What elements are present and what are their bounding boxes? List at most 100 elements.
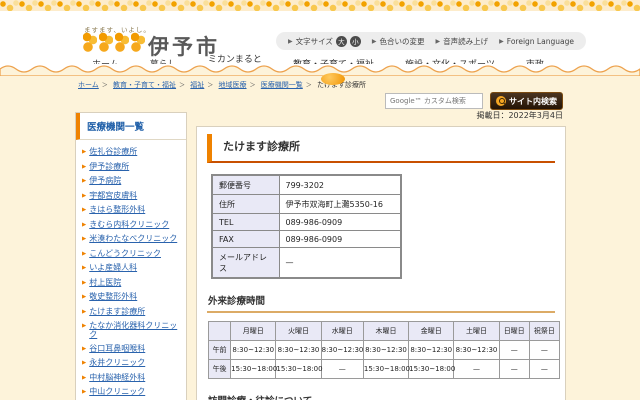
- breadcrumb-label[interactable]: ホーム: [78, 81, 99, 89]
- arrow-icon: ▶: [82, 360, 87, 367]
- arrow-icon: ▶: [82, 389, 87, 396]
- breadcrumb-item[interactable]: 教育・子育て・福祉: [99, 80, 176, 90]
- info-label: メールアドレス: [211, 247, 280, 279]
- sidebar-clinic-link[interactable]: 敬史整形外科: [89, 292, 137, 301]
- site-search-button[interactable]: サイト内検索: [490, 92, 563, 110]
- sidebar-list: ▶ 佐礼谷診療所 ▶ 伊予診療所 ▶ 伊予病院 ▶ 宇都宮皮膚科 ▶ きはら整形…: [76, 140, 186, 400]
- hours-cell: 15:30~18:00: [362, 359, 410, 379]
- mikan-mascot-icon: [131, 32, 145, 54]
- arrow-icon: ▶: [435, 37, 441, 45]
- info-label: TEL: [211, 213, 280, 231]
- breadcrumb-label[interactable]: 医療機関一覧: [261, 81, 303, 89]
- font-size-small-button[interactable]: 小: [349, 35, 361, 47]
- arrow-icon: ▶: [82, 345, 87, 352]
- breadcrumb-item[interactable]: 地域医療: [204, 80, 247, 90]
- sidebar-list-item: ▶ たなか消化器科クリニック: [82, 321, 182, 339]
- arrow-icon: ▶: [82, 163, 87, 170]
- hours-cell: —: [453, 359, 500, 379]
- foreign-language-label: Foreign Language: [506, 36, 574, 46]
- sidebar-clinic-link[interactable]: いよ産婦人科: [89, 263, 137, 272]
- info-label: FAX: [211, 230, 280, 248]
- breadcrumb-label[interactable]: 地域医療: [219, 81, 247, 89]
- hours-cell: 15:30~18:00: [408, 359, 455, 379]
- sidebar-clinic-link[interactable]: 永井クリニック: [89, 358, 145, 367]
- sidebar-clinic-link[interactable]: 米湊わたなべクリニック: [89, 234, 177, 243]
- hours-cell: 8:30~12:30: [275, 340, 322, 360]
- sidebar-list-item: ▶ 中村脳神経外科: [82, 373, 182, 383]
- arrow-icon: ▶: [82, 236, 87, 242]
- sidebar-clinic-link[interactable]: たなか消化器科クリニック: [89, 321, 182, 339]
- arrow-icon: ▶: [82, 149, 87, 155]
- site-search-button-label: サイト内検索: [509, 96, 557, 106]
- table-row: 郵便番号 799-3202: [211, 174, 402, 195]
- day-column-header: 日曜日: [498, 321, 530, 341]
- sidebar-clinic-link[interactable]: 中山クリニック: [89, 387, 145, 396]
- font-size-label: 文字サイズ: [295, 36, 333, 46]
- hours-cell: —: [528, 359, 561, 379]
- font-size-control: ▶ 文字サイズ 大 小: [288, 35, 361, 47]
- table-row: 住所 伊予市双海町上灘5350-16: [211, 194, 402, 214]
- sidebar-list-item: ▶ こんどうクリニック: [82, 249, 182, 259]
- sidebar-clinic-link[interactable]: たけます診療所: [89, 307, 145, 316]
- sidebar-list-item: ▶ 永井クリニック: [82, 358, 182, 368]
- breadcrumb-item[interactable]: 福祉: [176, 80, 204, 90]
- arrow-icon: ▶: [82, 323, 87, 329]
- sidebar-list-item: ▶ きはら整形外科: [82, 205, 182, 215]
- breadcrumb-label[interactable]: 教育・子育て・福祉: [113, 81, 176, 89]
- arrow-icon: ▶: [82, 207, 87, 213]
- font-size-large-button[interactable]: 大: [335, 35, 347, 47]
- day-column-header: 金曜日: [408, 321, 455, 341]
- visit-section: 訪問診療・往診について 往診…患者様やご家族より依頼があった場合に自宅へ訪問する…: [207, 391, 555, 400]
- sidebar-clinic-link[interactable]: 中村脳神経外科: [89, 373, 145, 382]
- outpatient-hours-table: 月曜日 火曜日 水曜日 木曜日 金曜日 土曜日 日曜日 祝祭日 午前 8:30~12:30 8:…: [207, 321, 561, 379]
- sidebar-clinic-link[interactable]: きはら整形外科: [89, 205, 145, 214]
- table-row: メールアドレス —: [211, 247, 402, 279]
- day-column-header: 祝祭日: [528, 321, 561, 341]
- hours-cell: 8:30~12:30: [320, 340, 364, 360]
- search-input[interactable]: [385, 93, 483, 109]
- color-change-label: 色合いの変更: [379, 36, 425, 46]
- breadcrumb-item[interactable]: ホーム: [78, 80, 99, 90]
- breadcrumb-item[interactable]: 医療機関一覧: [247, 80, 303, 90]
- arrow-icon: ▶: [499, 37, 504, 45]
- sidebar-medical-institutions: 医療機関一覧 ▶ 佐礼谷診療所 ▶ 伊予診療所 ▶ 伊予病院 ▶ 宇都宮皮膚科 …: [75, 112, 187, 400]
- hours-cell: 15:30~18:00: [275, 359, 323, 379]
- arrow-icon: ▶: [82, 265, 87, 271]
- utility-bar: ▶ 文字サイズ 大 小 ▶ 色合いの変更 ▶ 音声読み上げ ▶ Foreign …: [276, 32, 586, 50]
- info-value: 伊予市双海町上灘5350-16: [278, 194, 402, 214]
- info-value: —: [278, 247, 402, 279]
- speech-readout-link[interactable]: ▶ 音声読み上げ: [436, 36, 489, 47]
- breadcrumb: ホーム 教育・子育て・福祉 福祉 地域医療 医療機関一覧 たけます診療所: [78, 80, 398, 90]
- breadcrumb-label[interactable]: 福祉: [190, 81, 204, 89]
- arrow-icon: ▶: [371, 37, 377, 45]
- sidebar-list-item: ▶ 伊予病院: [82, 176, 182, 186]
- color-change-link[interactable]: ▶ 色合いの変更: [372, 36, 425, 47]
- sidebar-clinic-link[interactable]: 谷口耳鼻咽喉科: [89, 344, 145, 353]
- sidebar-clinic-link[interactable]: 佐礼谷診療所: [89, 147, 137, 156]
- mascot-logo[interactable]: [83, 32, 145, 56]
- sidebar-list-item: ▶ きむら内科クリニック: [82, 220, 182, 230]
- page-title: たけます診療所: [207, 134, 555, 163]
- mikan-mascot-icon: [115, 32, 129, 54]
- sidebar-list-item: ▶ 敬史整形外科: [82, 292, 182, 302]
- sidebar-clinic-link[interactable]: 伊予診療所: [89, 162, 129, 171]
- info-label: 住所: [211, 194, 280, 214]
- sidebar-list-item: ▶ 中山クリニック: [82, 387, 182, 397]
- mikan-mascot-icon: [99, 32, 113, 54]
- speech-readout-label: 音声読み上げ: [443, 36, 489, 46]
- hours-cell: 15:30~18:00: [230, 359, 277, 379]
- info-value: 089-986-0909: [278, 230, 402, 248]
- sidebar-clinic-link[interactable]: 伊予病院: [89, 176, 121, 185]
- sidebar-list-item: ▶ たけます診療所: [82, 307, 182, 317]
- hours-row-am: 午前 8:30~12:30 8:30~12:30 8:30~12:30 8:30~12…: [207, 340, 561, 360]
- foreign-language-link[interactable]: ▶ Foreign Language: [499, 37, 574, 46]
- sidebar-clinic-link[interactable]: こんどうクリニック: [89, 249, 161, 258]
- arrow-icon: ▶: [82, 308, 87, 315]
- hours-header-row: 月曜日 火曜日 水曜日 木曜日 金曜日 土曜日 日曜日 祝祭日: [207, 321, 561, 341]
- arrow-icon: ▶: [82, 279, 87, 286]
- sidebar-clinic-link[interactable]: きむら内科クリニック: [89, 220, 169, 229]
- sidebar-clinic-link[interactable]: 宇都宮皮膚科: [89, 191, 137, 200]
- page: ますます、いよし。 伊予市 ▶ 文字サイズ 大 小 ▶ 色合いの変更 ▶ 音声読…: [0, 0, 640, 400]
- hours-cell: 8:30~12:30: [453, 340, 500, 360]
- sidebar-clinic-link[interactable]: 村上医院: [89, 278, 121, 287]
